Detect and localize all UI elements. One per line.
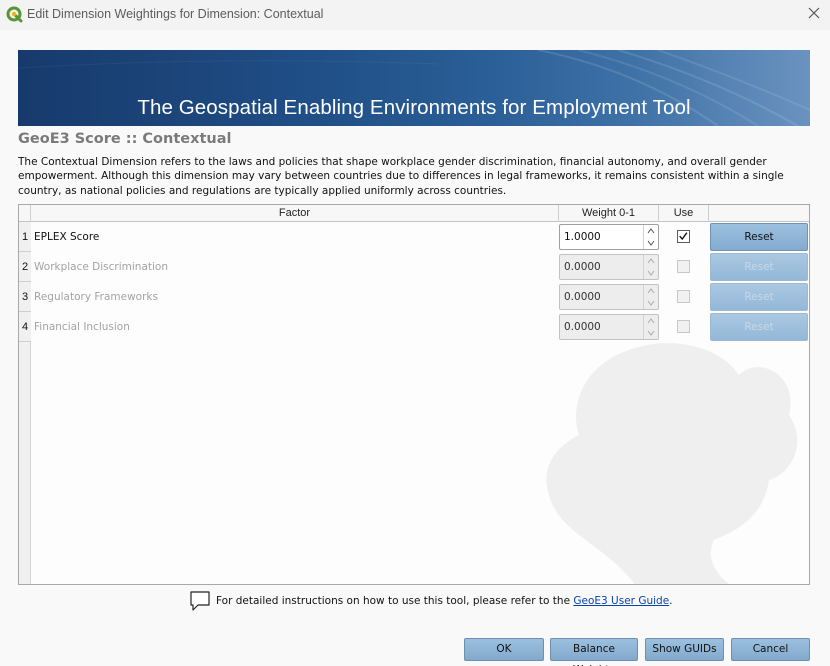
use-checkbox[interactable] xyxy=(677,320,690,333)
factor-name: EPLEX Score xyxy=(34,231,100,243)
row-number: 4 xyxy=(19,312,31,342)
table-row: 3 Regulatory Frameworks 0.0000 Reset xyxy=(19,282,809,312)
weight-value[interactable]: 1.0000 xyxy=(564,225,601,249)
woman-silhouette-watermark xyxy=(546,343,798,584)
spin-up-icon[interactable] xyxy=(644,255,658,267)
spin-down-icon[interactable] xyxy=(644,327,658,339)
table-row: 2 Workplace Discrimination 0.0000 Reset xyxy=(19,252,809,282)
row-number: 3 xyxy=(19,282,31,312)
window-title: Edit Dimension Weightings for Dimension:… xyxy=(27,7,324,21)
factor-name: Workplace Discrimination xyxy=(34,261,169,273)
weight-spinbox[interactable]: 0.0000 xyxy=(559,284,659,310)
row-number: 1 xyxy=(19,222,31,252)
table-header: Factor Weight 0-1 Use xyxy=(19,205,809,222)
factor-name: Financial Inclusion xyxy=(34,321,130,333)
page-title: GeoE3 Score :: Contextual xyxy=(18,131,232,147)
guide-instructions: For detailed instructions on how to use … xyxy=(216,595,574,607)
reset-button[interactable]: Reset xyxy=(710,253,808,281)
qgis-icon xyxy=(6,6,23,23)
banner: The Geospatial Enabling Environments for… xyxy=(18,50,810,126)
use-checkbox[interactable] xyxy=(677,290,690,303)
weight-spinbox[interactable]: 1.0000 xyxy=(559,224,659,250)
spin-up-icon[interactable] xyxy=(644,315,658,327)
factor-table: Factor Weight 0-1 Use 1 EPLEX Score 1.00… xyxy=(18,204,810,585)
ok-button[interactable]: OK xyxy=(464,638,544,661)
weight-value[interactable]: 0.0000 xyxy=(564,315,601,339)
checkmark-icon xyxy=(679,232,688,241)
use-checkbox[interactable] xyxy=(677,260,690,273)
header-actions xyxy=(709,205,809,222)
reset-button[interactable]: Reset xyxy=(710,283,808,311)
guide-text: For detailed instructions on how to use … xyxy=(216,595,673,607)
title-bar: Edit Dimension Weightings for Dimension:… xyxy=(0,0,830,30)
factor-name: Regulatory Frameworks xyxy=(34,291,158,303)
user-guide-link[interactable]: GeoE3 User Guide xyxy=(573,595,669,607)
cancel-button[interactable]: Cancel xyxy=(731,638,810,661)
dimension-description: The Contextual Dimension refers to the l… xyxy=(18,156,784,197)
guide-suffix: . xyxy=(669,595,673,607)
use-checkbox[interactable] xyxy=(677,230,690,243)
weight-spinbox[interactable]: 0.0000 xyxy=(559,254,659,280)
speech-bubble-icon xyxy=(190,591,210,611)
table-row: 4 Financial Inclusion 0.0000 Reset xyxy=(19,312,809,342)
reset-button[interactable]: Reset xyxy=(710,313,808,341)
banner-title: The Geospatial Enabling Environments for… xyxy=(137,96,691,119)
reset-button[interactable]: Reset xyxy=(710,223,808,251)
spin-down-icon[interactable] xyxy=(644,297,658,309)
close-icon[interactable] xyxy=(806,5,822,21)
header-factor: Factor xyxy=(31,205,559,222)
spin-down-icon[interactable] xyxy=(644,237,658,249)
weight-spinbox[interactable]: 0.0000 xyxy=(559,314,659,340)
weight-value[interactable]: 0.0000 xyxy=(564,255,601,279)
balance-weights-button[interactable]: Balance Weights xyxy=(550,638,638,666)
spin-up-icon[interactable] xyxy=(644,285,658,297)
spin-down-icon[interactable] xyxy=(644,267,658,279)
header-weight: Weight 0-1 xyxy=(559,205,659,222)
show-guids-button[interactable]: Show GUIDs xyxy=(645,638,724,661)
row-number: 2 xyxy=(19,252,31,282)
table-row: 1 EPLEX Score 1.0000 Reset xyxy=(19,222,809,252)
spin-up-icon[interactable] xyxy=(644,225,658,237)
weight-value[interactable]: 0.0000 xyxy=(564,285,601,309)
header-use: Use xyxy=(659,205,709,222)
